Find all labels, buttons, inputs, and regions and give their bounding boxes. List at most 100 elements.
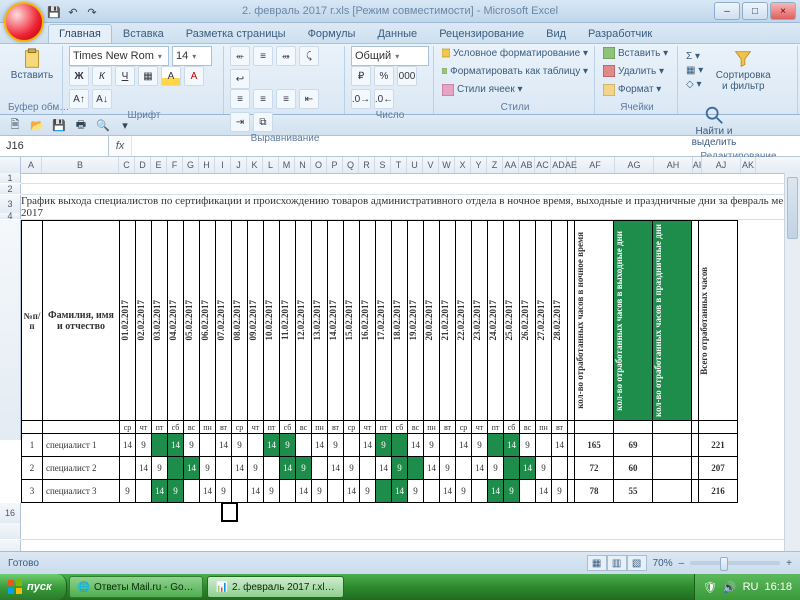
autosum-button[interactable]: Σ ▾ — [684, 50, 705, 63]
column-header[interactable]: H — [199, 157, 215, 173]
column-header[interactable]: K — [247, 157, 263, 173]
column-header[interactable]: Q — [343, 157, 359, 173]
align-left-button[interactable]: ≡ — [230, 89, 250, 109]
cell-styles-button[interactable]: Стили ячеек ▾ — [440, 83, 590, 97]
zoom-level[interactable]: 70% — [653, 558, 673, 569]
column-header[interactable]: AH — [654, 157, 693, 173]
tray-icon[interactable]: 🔊 — [723, 581, 737, 594]
increase-decimal-button[interactable]: .0→ — [351, 89, 371, 109]
italic-button[interactable]: К — [92, 66, 112, 86]
clock[interactable]: 16:18 — [764, 581, 792, 593]
row-header[interactable] — [0, 220, 21, 440]
column-header[interactable]: S — [375, 157, 391, 173]
grow-font-button[interactable]: A↑ — [69, 89, 89, 109]
merge-button[interactable]: ⧉ — [253, 112, 273, 132]
paste-button[interactable]: Вставить — [8, 46, 56, 84]
column-header[interactable]: AG — [615, 157, 654, 173]
row-header[interactable]: 1 — [0, 173, 21, 183]
column-header[interactable]: M — [279, 157, 295, 173]
zoom-slider[interactable] — [690, 561, 780, 565]
column-header[interactable]: AB — [519, 157, 535, 173]
column-header[interactable]: T — [391, 157, 407, 173]
column-header[interactable]: AF — [576, 157, 615, 173]
minimize-button[interactable]: – — [714, 2, 740, 20]
column-header[interactable]: N — [295, 157, 311, 173]
worksheet-area[interactable]: ABCDEFGHIJKLMNOPQRSTUVWXYZAAABACADAEAFAG… — [0, 157, 800, 557]
column-header[interactable]: AJ — [702, 157, 741, 173]
increase-indent-button[interactable]: ⇥ — [230, 112, 250, 132]
column-header[interactable]: U — [407, 157, 423, 173]
comma-button[interactable]: 000 — [397, 66, 417, 86]
column-headers[interactable]: ABCDEFGHIJKLMNOPQRSTUVWXYZAAABACADAEAFAG… — [0, 157, 800, 174]
office-button[interactable] — [4, 2, 44, 42]
ribbon-tab[interactable]: Разработчик — [577, 24, 663, 43]
sort-filter-button[interactable]: Сортировка и фильтр — [713, 46, 773, 94]
column-header[interactable]: AK — [741, 157, 756, 173]
decrease-decimal-button[interactable]: .0← — [374, 89, 394, 109]
ribbon-tab[interactable]: Данные — [366, 24, 428, 43]
column-header[interactable]: F — [167, 157, 183, 173]
percent-button[interactable]: % — [374, 66, 394, 86]
format-as-table-button[interactable]: Форматировать как таблицу ▾ — [440, 64, 590, 78]
save-icon[interactable]: 💾 — [50, 117, 68, 133]
column-header[interactable]: AI — [693, 157, 702, 173]
column-header[interactable]: R — [359, 157, 375, 173]
wrap-text-button[interactable]: ↩ — [230, 69, 250, 89]
column-header[interactable]: P — [327, 157, 343, 173]
column-header[interactable]: B — [42, 157, 119, 173]
ribbon-tab[interactable]: Формулы — [297, 24, 367, 43]
number-format-combo[interactable]: Общий▾ — [351, 46, 429, 66]
zoom-in-button[interactable]: + — [786, 558, 792, 569]
shrink-font-button[interactable]: A↓ — [92, 89, 112, 109]
font-size-combo[interactable]: 14▾ — [172, 46, 212, 66]
column-header[interactable]: L — [263, 157, 279, 173]
font-color-button[interactable]: A — [184, 66, 204, 86]
column-header[interactable]: AC — [535, 157, 551, 173]
save-icon[interactable]: 💾 — [46, 4, 62, 20]
view-layout-button[interactable]: ▥ — [607, 555, 627, 571]
view-normal-button[interactable]: ▦ — [587, 555, 607, 571]
tray-icon[interactable]: 🛡 — [703, 581, 717, 594]
bold-button[interactable]: Ж — [69, 66, 89, 86]
align-top-button[interactable]: ⬴ — [230, 46, 250, 66]
view-pagebreak-button[interactable]: ▧ — [627, 555, 647, 571]
format-cells-button[interactable]: Формат ▾ — [601, 83, 673, 97]
column-header[interactable]: X — [455, 157, 471, 173]
column-header[interactable]: D — [135, 157, 151, 173]
delete-cells-button[interactable]: Удалить ▾ — [601, 64, 673, 78]
conditional-formatting-button[interactable]: Условное форматирование ▾ — [440, 46, 590, 60]
language-indicator[interactable]: RU — [743, 581, 759, 593]
decrease-indent-button[interactable]: ⇤ — [299, 89, 319, 109]
zoom-out-button[interactable]: – — [679, 558, 685, 569]
fx-icon[interactable]: fx — [109, 136, 132, 156]
align-right-button[interactable]: ≡ — [276, 89, 296, 109]
align-center-button[interactable]: ≡ — [253, 89, 273, 109]
start-button[interactable]: пуск — [0, 574, 67, 600]
clear-button[interactable]: ◇ ▾ — [684, 78, 705, 91]
column-header[interactable]: A — [21, 157, 42, 173]
active-cell[interactable] — [222, 503, 237, 521]
ribbon-tab[interactable]: Вставка — [112, 24, 175, 43]
find-select-button[interactable]: Найти и выделить — [684, 102, 744, 150]
column-header[interactable]: E — [151, 157, 167, 173]
align-middle-button[interactable]: ≡ — [253, 46, 273, 66]
column-header[interactable]: O — [311, 157, 327, 173]
row-header[interactable]: 16 — [0, 503, 21, 523]
new-icon[interactable]: 🗎 — [6, 117, 24, 133]
align-bottom-button[interactable]: ⬵ — [276, 46, 296, 66]
taskbar-task[interactable]: 🌐Ответы Mail.ru - Go… — [69, 576, 203, 598]
border-button[interactable]: ▦ — [138, 66, 158, 86]
row-header[interactable] — [0, 523, 21, 539]
column-header[interactable]: AA — [503, 157, 519, 173]
row-header[interactable]: 4 — [0, 213, 21, 219]
name-box[interactable]: J16 — [0, 136, 109, 156]
ribbon-tab[interactable]: Вид — [535, 24, 577, 43]
taskbar-task[interactable]: 📊2. февраль 2017 г.xl… — [207, 576, 344, 598]
insert-cells-button[interactable]: Вставить ▾ — [601, 46, 673, 60]
column-header[interactable]: V — [423, 157, 439, 173]
column-header[interactable]: C — [119, 157, 135, 173]
system-tray[interactable]: 🛡 🔊 RU 16:18 — [694, 574, 800, 600]
ribbon-tab[interactable]: Главная — [48, 24, 112, 43]
undo-icon[interactable]: ↶ — [65, 4, 81, 20]
column-header[interactable]: Z — [487, 157, 503, 173]
